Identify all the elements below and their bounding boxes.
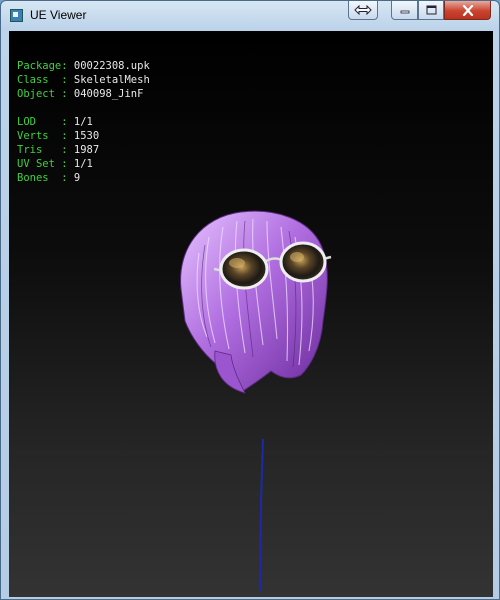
minimize-icon	[400, 10, 409, 14]
close-icon	[462, 4, 473, 16]
title-bar[interactable]: UE Viewer	[1, 1, 499, 29]
close-button[interactable]	[444, 1, 491, 20]
mesh-render	[180, 210, 332, 592]
hair-mesh	[180, 210, 328, 392]
swap-button[interactable]	[348, 1, 378, 20]
minimize-button[interactable]	[391, 1, 418, 20]
app-icon	[10, 9, 23, 22]
app-window: UE Viewer Package: 00022308.upk Class : S…	[0, 0, 500, 600]
bone-line	[259, 438, 264, 592]
maximize-button[interactable]	[418, 1, 444, 20]
render-viewport[interactable]: Package: 00022308.upk Class : SkeletalMes…	[9, 31, 493, 597]
swap-arrows-icon	[354, 5, 372, 15]
window-title: UE Viewer	[30, 8, 87, 22]
maximize-icon	[426, 5, 436, 15]
